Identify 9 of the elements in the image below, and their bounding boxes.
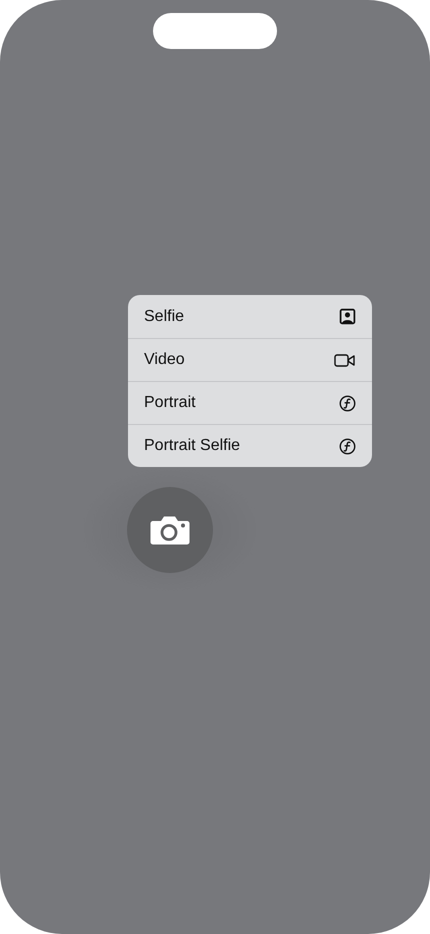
menu-item[interactable]: Portrait [128, 381, 372, 424]
menu-item[interactable]: Portrait Selfie [128, 424, 372, 467]
menu-item[interactable]: Selfie [128, 295, 372, 338]
person-square-icon [339, 308, 356, 325]
camera-icon [149, 514, 191, 546]
aperture-f-icon [339, 438, 356, 454]
video-camera-icon [334, 352, 356, 368]
menu-item[interactable]: Video [128, 338, 372, 381]
aperture-f-icon [339, 394, 356, 412]
